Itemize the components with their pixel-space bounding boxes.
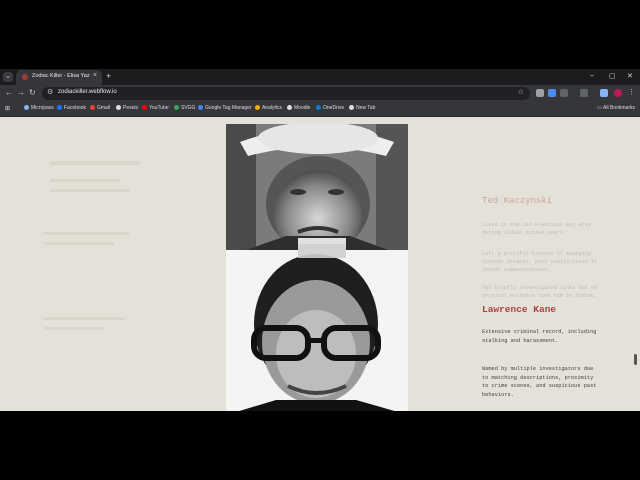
extension-icon[interactable] xyxy=(548,89,556,97)
bookmark-icon xyxy=(90,105,95,110)
new-tab-icon[interactable]: + xyxy=(106,71,111,81)
suspect-paragraph: Named by multiple investigators due to m… xyxy=(482,366,597,398)
bookmark-moodle[interactable]: Moodle xyxy=(287,105,310,111)
faded-suspect-paragraph: FBI briefly investigated links but no ph… xyxy=(482,285,598,299)
faded-text-line xyxy=(44,242,114,245)
bookmark-icon xyxy=(116,105,121,110)
apps-grid-icon[interactable]: ⊞ xyxy=(5,105,10,112)
minimize-icon[interactable]: – xyxy=(590,72,594,79)
address-bar[interactable]: ⚙ zodiackiller.webflow.io ☆ xyxy=(42,87,530,100)
bookmark-facebook[interactable]: Facebook xyxy=(57,105,86,111)
scrollbar-thumb[interactable] xyxy=(634,354,637,365)
site-favicon-icon xyxy=(22,74,28,80)
extension-icon[interactable] xyxy=(536,89,544,97)
toolbar: ← → ↻ ⚙ zodiackiller.webflow.io ☆ ⋮ xyxy=(0,85,640,102)
bookmark-icon xyxy=(198,105,203,110)
all-bookmarks-button[interactable]: ▭ All Bookmarks xyxy=(597,105,635,111)
reload-icon[interactable]: ↻ xyxy=(29,88,36,97)
tab-close-icon[interactable]: × xyxy=(93,72,97,79)
tab-search-icon[interactable]: ⌄ xyxy=(3,72,13,82)
bookmark-new-tab[interactable]: New Tab xyxy=(349,105,375,111)
bookmark-icon xyxy=(142,105,147,110)
site-info-icon[interactable]: ⚙ xyxy=(47,88,53,96)
eye xyxy=(290,189,306,195)
extension-icon[interactable] xyxy=(560,89,568,97)
faded-text-line xyxy=(50,179,120,182)
tab-zodiac-killer[interactable]: Zodiac Killer - Elisa Yaz × xyxy=(16,70,102,85)
suspect-photos xyxy=(226,124,408,411)
bookmark-icon xyxy=(287,105,292,110)
suspect-paragraph: Extensive criminal record, including sta… xyxy=(482,329,597,344)
faded-text-line xyxy=(44,317,124,320)
bookmark-youtube[interactable]: YouTube xyxy=(142,105,169,111)
bookmark-micropass[interactable]: Micropass xyxy=(24,105,54,111)
close-window-icon[interactable]: ✕ xyxy=(627,72,633,80)
photo-tape xyxy=(298,244,346,258)
faded-suspect-paragraph: Left a prolific history of managing viol… xyxy=(482,251,598,273)
eye xyxy=(328,189,344,195)
bookmark-google-tag-manager[interactable]: Google Tag Manager xyxy=(198,105,252,111)
maximize-icon[interactable]: ▢ xyxy=(609,72,616,80)
bookmarks-bar: ⊞ Micropass Facebook Gmail Pexels YouTub… xyxy=(0,102,640,117)
page-scrollbar[interactable] xyxy=(632,117,640,411)
faded-text-line xyxy=(50,161,140,165)
bookmark-svgg[interactable]: SVGG xyxy=(174,105,195,111)
download-icon[interactable] xyxy=(600,89,608,97)
bookmark-analytics[interactable]: Analytics xyxy=(255,105,282,111)
extensions-puzzle-icon[interactable] xyxy=(580,89,588,97)
glasses-bridge xyxy=(306,338,326,343)
profile-avatar[interactable] xyxy=(614,89,622,97)
bookmark-icon xyxy=(255,105,260,110)
page-content: Ted Kaczynski Lived in the San Francisco… xyxy=(0,117,632,411)
faded-text-line xyxy=(44,327,104,330)
back-icon[interactable]: ← xyxy=(5,88,13,97)
bookmark-onedrive[interactable]: OneDrive xyxy=(316,105,344,111)
bookmark-pexels[interactable]: Pexels xyxy=(116,105,138,111)
menu-kebab-icon[interactable]: ⋮ xyxy=(628,88,635,96)
suspect-photo-stack xyxy=(226,124,408,411)
bookmark-gmail[interactable]: Gmail xyxy=(90,105,110,111)
bookmark-icon xyxy=(316,105,321,110)
browser-window: ⌄ Zodiac Killer - Elisa Yaz × + – ▢ ✕ ← … xyxy=(0,69,640,411)
bookmark-icon xyxy=(174,105,179,110)
faded-suspect-name: Ted Kaczynski xyxy=(482,196,553,206)
bookmark-icon xyxy=(349,105,354,110)
faded-text-line xyxy=(50,189,130,192)
tab-bar: ⌄ Zodiac Killer - Elisa Yaz × + – ▢ ✕ xyxy=(0,69,640,85)
forward-icon[interactable]: → xyxy=(17,88,25,97)
bookmark-icon xyxy=(24,105,29,110)
bookmark-star-icon[interactable]: ☆ xyxy=(518,88,524,96)
url-text[interactable]: zodiackiller.webflow.io xyxy=(58,89,117,95)
tab-title: Zodiac Killer - Elisa Yaz xyxy=(32,73,90,79)
faded-suspect-paragraph: Lived in the San Francisco Bay Area duri… xyxy=(482,222,591,236)
suspect-name: Lawrence Kane xyxy=(482,304,557,315)
bookmark-icon xyxy=(57,105,62,110)
faded-text-line xyxy=(44,232,129,235)
